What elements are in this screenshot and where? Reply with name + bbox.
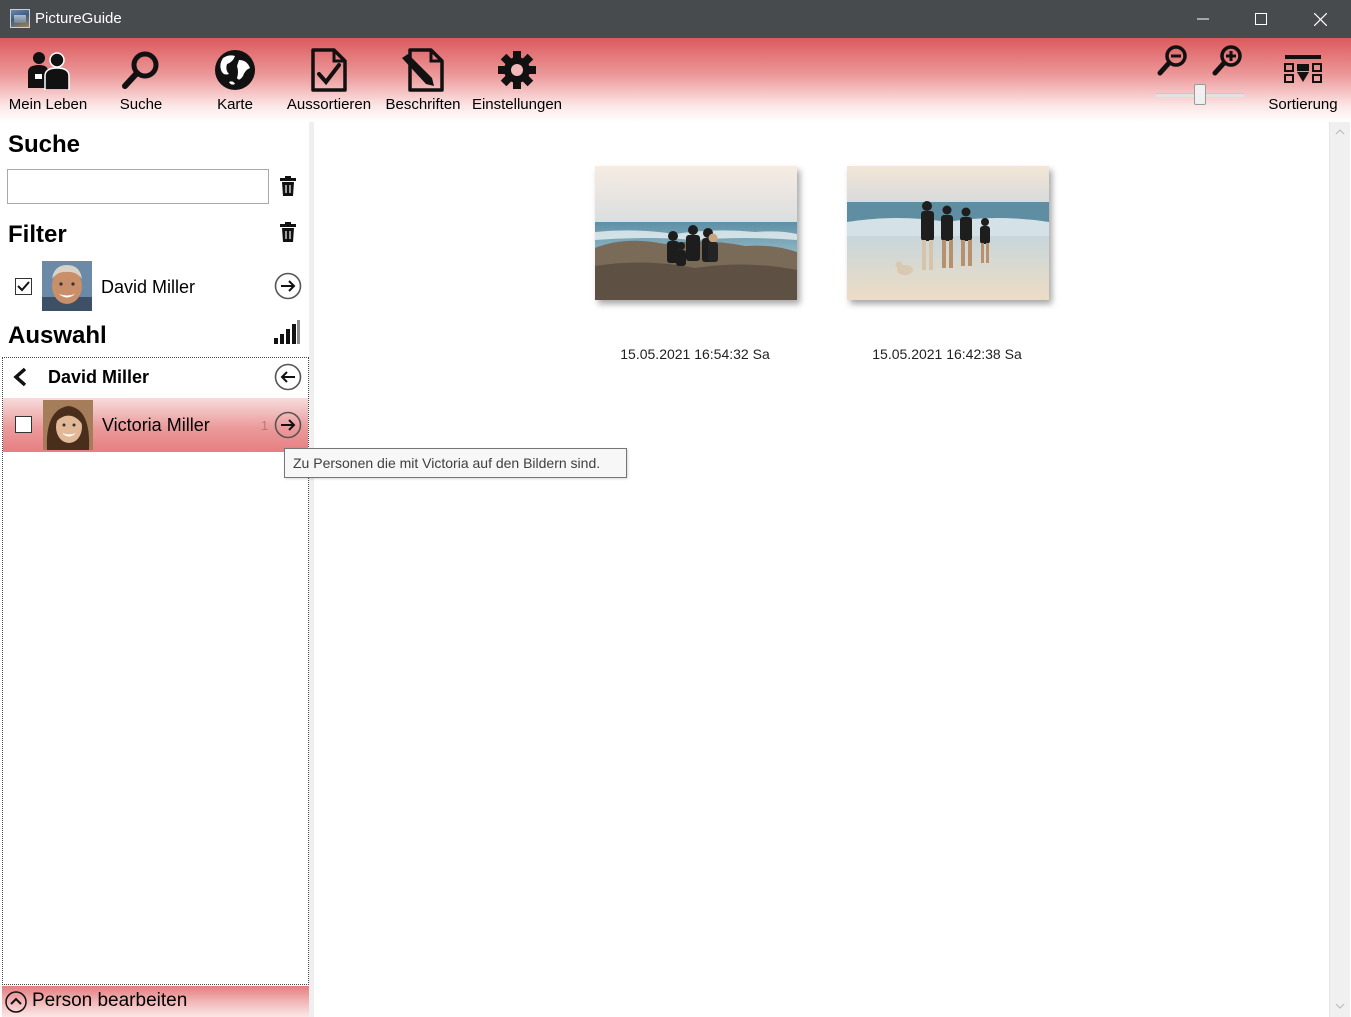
search-icon	[117, 46, 165, 94]
zoom-in-icon	[1212, 45, 1242, 76]
arrow-right-circle-icon	[274, 411, 302, 439]
gear-icon	[493, 46, 541, 94]
tooltip: Zu Personen die mit Victoria auf den Bil…	[284, 448, 627, 478]
trash-icon	[280, 176, 296, 196]
sort-grid-icon	[1279, 46, 1327, 94]
clear-filter-button[interactable]	[278, 221, 298, 243]
go-back-person-button[interactable]	[274, 363, 302, 391]
photo-thumbnail[interactable]	[847, 166, 1049, 300]
photo-caption: 15.05.2021 16:42:38 Sa	[872, 346, 1022, 362]
toolbar-button-aussortieren[interactable]: Aussortieren	[282, 44, 376, 118]
minimize-button[interactable]	[1174, 0, 1232, 38]
search-section-title: Suche	[8, 131, 81, 158]
filter-item-checkbox[interactable]	[15, 278, 32, 295]
toolbar-button-mein-leben[interactable]: Mein Leben	[1, 44, 95, 118]
scroll-down-arrow[interactable]	[1334, 1001, 1346, 1011]
back-button[interactable]	[11, 367, 31, 387]
scroll-up-arrow[interactable]	[1334, 127, 1346, 137]
window-title: PictureGuide	[35, 10, 122, 27]
maximize-button[interactable]	[1232, 0, 1290, 38]
zoom-slider-thumb[interactable]	[1194, 84, 1206, 105]
people-icon	[24, 46, 72, 94]
clear-search-button[interactable]	[278, 175, 298, 197]
document-edit-icon	[399, 46, 447, 94]
toolbar: Mein Leben Suche Karte Aussortieren Besc…	[0, 38, 1351, 122]
title-bar: PictureGuide	[0, 0, 1351, 38]
chevron-up-circle-icon	[5, 991, 27, 1013]
document-check-icon	[305, 46, 353, 94]
maximize-icon	[1255, 13, 1267, 25]
zoom-slider[interactable]	[1156, 84, 1244, 106]
signal-bars-icon[interactable]	[273, 320, 301, 346]
photo-count: 1	[261, 418, 269, 433]
selection-item-name: Victoria Miller	[102, 415, 210, 435]
toolbar-button-suche[interactable]: Suche	[94, 44, 188, 118]
avatar	[43, 400, 93, 450]
trash-icon	[280, 222, 296, 242]
zoom-out-icon	[1157, 45, 1187, 76]
photo-thumbnail[interactable]	[595, 166, 797, 300]
filter-section-title: Filter	[8, 221, 67, 248]
selection-item-checkbox[interactable]	[15, 416, 32, 433]
app-icon	[10, 9, 30, 28]
vertical-scrollbar[interactable]	[1329, 122, 1350, 1017]
left-pane: Suche Filter David Miller Auswahl David …	[0, 122, 309, 1017]
go-to-person-button[interactable]	[274, 411, 302, 439]
edit-person-expander[interactable]: Person bearbeiten	[2, 986, 309, 1017]
toolbar-button-einstellungen[interactable]: Einstellungen	[470, 44, 564, 118]
search-input[interactable]	[7, 169, 269, 204]
photo-caption: 15.05.2021 16:54:32 Sa	[620, 346, 770, 362]
toolbar-button-beschriften[interactable]: Beschriften	[376, 44, 470, 118]
selection-list: David Miller Victoria Miller 1	[2, 357, 309, 985]
arrow-left-circle-icon	[274, 363, 302, 391]
sort-label: Sortierung	[1268, 96, 1338, 113]
selection-current-person: David Miller	[48, 367, 150, 387]
sort-button[interactable]: Sortierung	[1256, 44, 1350, 118]
close-icon	[1313, 12, 1327, 26]
close-button[interactable]	[1291, 0, 1349, 38]
photo-grid: 15.05.2021 16:54:32 Sa 15.05.2021 16:42:…	[314, 122, 1328, 1017]
minimize-icon	[1197, 18, 1209, 20]
toolbar-button-karte[interactable]: Karte	[188, 44, 282, 118]
globe-icon	[211, 46, 259, 94]
selection-list-item[interactable]: Victoria Miller 1	[3, 398, 308, 452]
checkmark-icon	[17, 281, 30, 292]
avatar	[42, 261, 92, 311]
go-to-person-button[interactable]	[274, 272, 302, 300]
filter-item-name: David Miller	[101, 277, 196, 297]
arrow-right-circle-icon	[274, 272, 302, 300]
zoom-out-button[interactable]	[1155, 42, 1191, 78]
zoom-in-button[interactable]	[1210, 42, 1246, 78]
selection-section-title: Auswahl	[8, 322, 107, 349]
chevron-left-icon	[13, 367, 27, 387]
edit-person-label: Person bearbeiten	[32, 990, 188, 1011]
selection-header: David Miller	[3, 358, 308, 396]
toolbar-label: Einstellungen	[471, 96, 563, 113]
